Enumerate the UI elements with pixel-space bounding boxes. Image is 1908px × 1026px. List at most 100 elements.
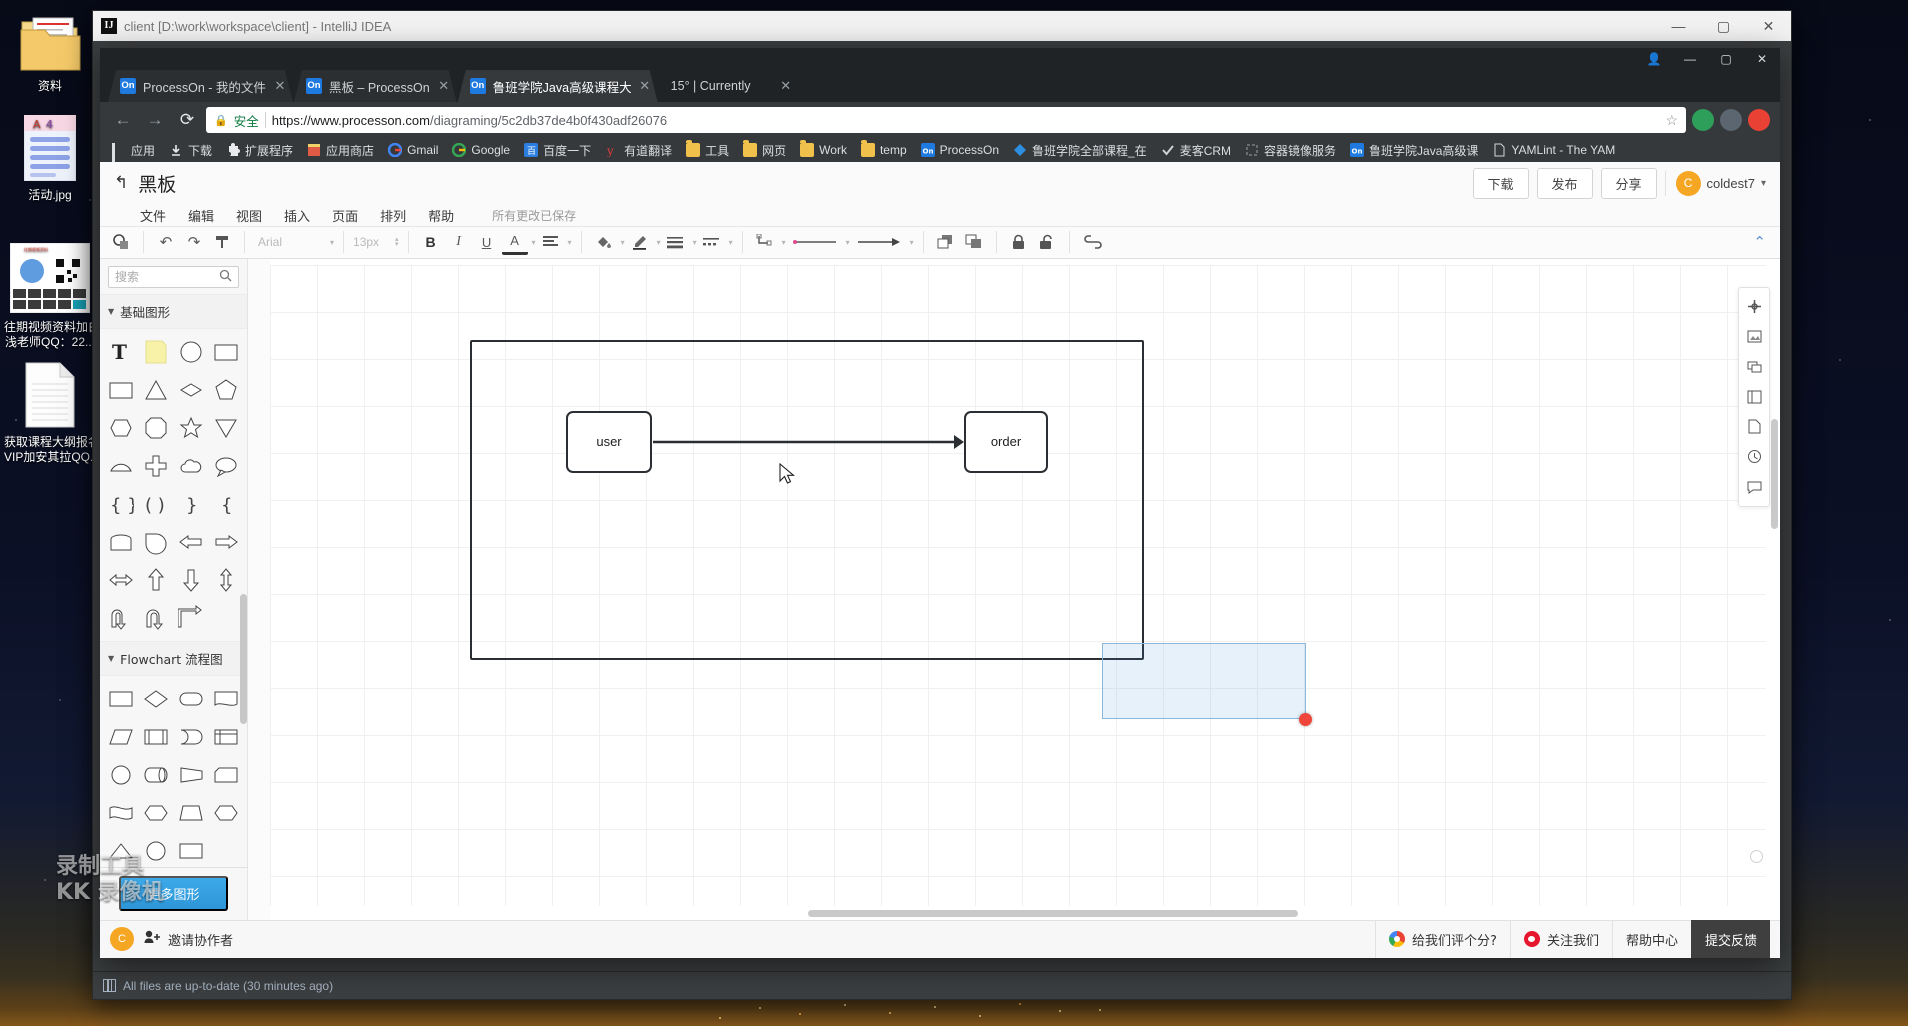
publish-button[interactable]: 发布 [1536, 167, 1593, 199]
chrome-maximize-button[interactable]: ▢ [1708, 48, 1744, 70]
bookmark-extensions[interactable]: 扩展程序 [220, 140, 299, 161]
bookmark-yamllint[interactable]: YAMLint - The YAM [1486, 141, 1621, 159]
shape-library-scroll[interactable]: ▼ 基础图形 T {()} {▼ Flowchart 流程图 [100, 293, 247, 867]
redo-icon[interactable]: ↷ [181, 229, 207, 255]
chrome-profile-button[interactable]: 👤 [1636, 48, 1672, 70]
flow-direct-access[interactable] [139, 757, 172, 793]
rate-us-button[interactable]: 给我们评个分? [1375, 920, 1510, 958]
tab-close-icon[interactable]: ✕ [273, 78, 287, 94]
shape-rounded-top[interactable] [104, 524, 137, 560]
chat-icon[interactable] [1741, 472, 1767, 502]
chevron-down-icon[interactable]: ▾ [657, 238, 661, 247]
flow-rect-2[interactable] [175, 833, 208, 867]
shape-search-input[interactable]: 搜索 [108, 265, 239, 288]
download-button[interactable]: 下载 [1472, 167, 1529, 199]
flow-preparation[interactable] [139, 795, 172, 831]
desktop-icon-poster[interactable]: 往期视频资料 往期视频资料加白 浅老师QQ：22... [4, 242, 96, 350]
canvas-vertical-scrollbar[interactable] [1771, 418, 1778, 529]
desktop-icon-image[interactable]: A 4 活动.jpg [4, 114, 96, 203]
format-painter-icon[interactable] [108, 229, 134, 255]
menu-item-view[interactable]: 视图 [236, 206, 262, 225]
shape-triangle[interactable] [139, 372, 172, 408]
flow-delay[interactable] [175, 719, 208, 755]
help-center-button[interactable]: 帮助中心 [1611, 920, 1691, 958]
shape-arrow-left[interactable] [175, 524, 208, 560]
submit-feedback-button[interactable]: 提交反馈 [1690, 920, 1770, 958]
bookmark-youdao[interactable]: y 有道翻译 [599, 140, 678, 161]
bookmark-container-registry[interactable]: 容器镜像服务 [1239, 140, 1342, 161]
font-color-button[interactable]: A [501, 229, 528, 256]
browser-tab-4[interactable]: 15° | Currently ✕ [659, 70, 799, 102]
shape-cross[interactable] [139, 448, 172, 484]
bookmark-processon[interactable]: On ProcessOn [915, 141, 1005, 159]
intellij-minimize-button[interactable]: — [1656, 11, 1701, 41]
tab-close-icon[interactable]: ✕ [437, 78, 451, 94]
shape-circle[interactable] [175, 334, 208, 370]
menu-item-page[interactable]: 页面 [332, 206, 358, 225]
chevron-down-icon[interactable]: ▾ [910, 238, 914, 247]
selected-shape[interactable] [1102, 642, 1306, 719]
shape-diamond[interactable] [175, 372, 208, 408]
shape-blank[interactable] [210, 600, 243, 636]
flow-hexagon[interactable] [210, 795, 243, 831]
node-order[interactable]: order [964, 410, 1048, 473]
flow-blank[interactable] [210, 833, 243, 867]
shape-star[interactable] [175, 410, 208, 446]
share-button[interactable]: 分享 [1600, 167, 1657, 199]
image-icon[interactable] [1741, 322, 1767, 352]
invite-collaborator-button[interactable]: 邀请协作者 [144, 930, 233, 949]
document-title[interactable]: 黑板 [138, 170, 176, 197]
flow-internal-storage[interactable] [210, 719, 243, 755]
shape-callout[interactable] [210, 448, 243, 484]
shape-brace-left[interactable]: { [210, 486, 243, 522]
bookmark-maike-crm[interactable]: 麦客CRM [1155, 140, 1237, 161]
bookmark-apps[interactable]: 应用 [106, 140, 161, 163]
bring-to-front-button[interactable] [933, 229, 959, 255]
comment-panel-icon[interactable] [1741, 382, 1767, 412]
toolbar-collapse-icon[interactable]: ⌃ [1753, 233, 1772, 251]
menu-item-arrange[interactable]: 排列 [380, 206, 406, 225]
shape-pentagon[interactable] [210, 372, 243, 408]
intellij-maximize-button[interactable]: ▢ [1701, 11, 1746, 41]
canvas-horizontal-scrollbar[interactable] [808, 909, 1298, 917]
shape-panel-scrollbar[interactable] [240, 593, 247, 724]
menu-item-file[interactable]: 文件 [140, 206, 166, 225]
lock-icon[interactable] [1006, 229, 1032, 255]
shape-arrow-u-turn-2[interactable] [139, 600, 172, 636]
tab-close-icon[interactable]: ✕ [638, 78, 652, 94]
link-icon[interactable] [1079, 229, 1107, 255]
shape-arrow-up[interactable] [139, 562, 172, 598]
underline-button[interactable]: U [474, 229, 500, 255]
shape-cloud[interactable] [175, 448, 208, 484]
shape-octagon[interactable] [139, 410, 172, 446]
font-size-stepper[interactable]: ▴ ▾ [395, 236, 399, 248]
shape-text[interactable]: T [104, 334, 137, 370]
pointer-icon[interactable] [1741, 292, 1767, 322]
canvas-grid[interactable]: user order [270, 264, 1766, 906]
menu-item-edit[interactable]: 编辑 [188, 206, 214, 225]
node-user[interactable]: user [566, 410, 652, 473]
back-icon[interactable]: ← [110, 110, 136, 130]
flow-display[interactable] [139, 833, 172, 867]
container-shape[interactable] [470, 339, 1144, 660]
flow-manual-operation[interactable] [175, 757, 208, 793]
shape-note[interactable] [139, 334, 172, 370]
browser-tab-1[interactable]: On ProcessOn - 我的文件 ✕ [108, 70, 293, 102]
browser-tab-3-active[interactable]: On 鲁班学院Java高级课程大 ✕ [458, 70, 658, 102]
chevron-down-icon[interactable]: ▾ [693, 238, 697, 247]
font-family-select[interactable]: Arial [254, 235, 326, 249]
flow-extract[interactable] [104, 833, 137, 867]
chevron-down-icon[interactable]: ▾ [568, 238, 572, 247]
flow-process[interactable] [104, 681, 137, 717]
bookmark-gmail[interactable]: Gmail [382, 141, 444, 159]
shape-rectangle[interactable] [210, 334, 243, 370]
search-icon[interactable] [219, 269, 232, 285]
flow-terminator[interactable] [175, 681, 208, 717]
bookmark-tools-folder[interactable]: 工具 [680, 140, 735, 161]
menu-item-help[interactable]: 帮助 [428, 206, 454, 225]
shape-section-basic[interactable]: ▼ 基础图形 [100, 293, 247, 329]
bookmark-baidu[interactable]: 百 百度一下 [518, 140, 597, 161]
history-icon[interactable] [1741, 442, 1767, 472]
shape-teardrop[interactable] [139, 524, 172, 560]
bookmark-star-icon[interactable]: ☆ [1665, 112, 1678, 129]
